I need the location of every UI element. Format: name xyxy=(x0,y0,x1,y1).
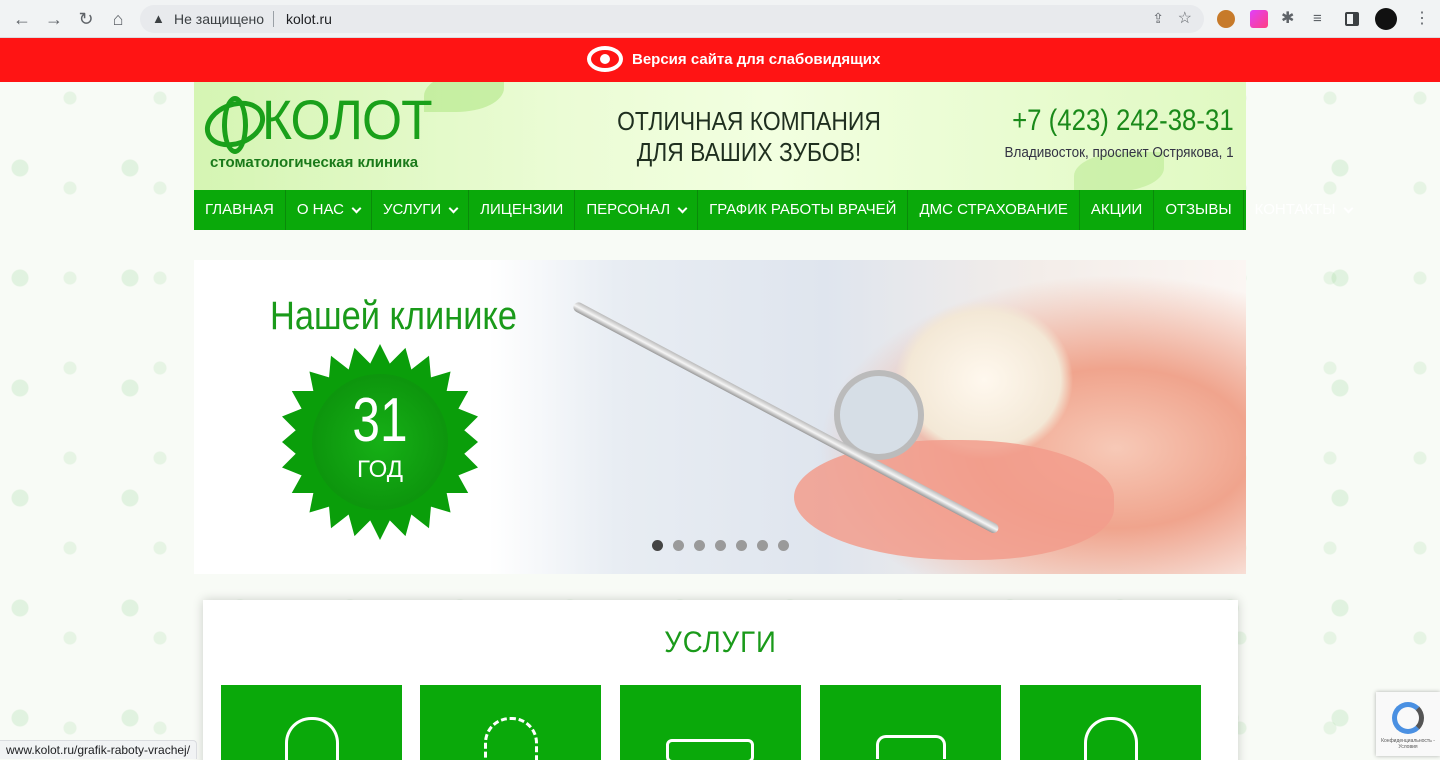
menu-item-label: ДМС СТРАХОВАНИЕ xyxy=(919,201,1068,218)
menu-item[interactable]: ГЛАВНАЯ xyxy=(194,190,286,230)
slider-dot[interactable] xyxy=(652,540,663,551)
site-header: КОЛОТ стоматологическая клиника ОТЛИЧНАЯ… xyxy=(194,82,1246,190)
menu-item[interactable]: ЛИЦЕНЗИИ xyxy=(469,190,576,230)
menu-item[interactable]: ПЕРСОНАЛ xyxy=(575,190,699,230)
side-panel-icon[interactable] xyxy=(1345,12,1359,26)
braces-icon xyxy=(666,739,754,760)
back-button[interactable]: ← xyxy=(12,9,32,29)
service-card[interactable] xyxy=(420,685,601,760)
address-bar[interactable]: ▲ Не защищено kolot.ru ⇪ ☆ xyxy=(140,5,1204,33)
menu-item[interactable]: ОТЗЫВЫ xyxy=(1154,190,1244,230)
security-label[interactable]: Не защищено xyxy=(174,11,264,27)
hero-slider[interactable]: Нашей клинике 31 ГОД xyxy=(194,260,1246,574)
address-url[interactable]: kolot.ru xyxy=(286,11,332,27)
menu-item[interactable]: УСЛУГИ xyxy=(372,190,470,230)
eye-icon[interactable] xyxy=(587,46,623,72)
accessibility-link[interactable]: Версия сайта для слабовидящих xyxy=(632,51,880,68)
anniversary-badge: 31 ГОД xyxy=(282,344,478,540)
leaf-decoration xyxy=(424,82,504,112)
bookmark-star-icon[interactable]: ☆ xyxy=(1178,8,1192,28)
dentures-icon xyxy=(876,735,946,759)
tooth-icon xyxy=(1084,717,1138,760)
forward-button[interactable]: → xyxy=(44,9,64,29)
menu-item-label: ГРАФИК РАБОТЫ ВРАЧЕЙ xyxy=(709,201,897,218)
menu-item[interactable]: АКЦИИ xyxy=(1080,190,1155,230)
service-card[interactable] xyxy=(221,685,402,760)
badge-unit: ГОД xyxy=(356,456,404,483)
slide-image-teeth xyxy=(894,300,1074,460)
slogan-line: ОТЛИЧНАЯ КОМПАНИЯ xyxy=(617,106,881,136)
media-control-icon[interactable]: ≡ xyxy=(1313,10,1331,28)
menu-item-label: ПЕРСОНАЛ xyxy=(586,201,671,218)
phone-number[interactable]: +7 (423) 242-38-31 xyxy=(1012,104,1234,138)
share-icon[interactable]: ⇪ xyxy=(1152,10,1164,27)
service-card[interactable] xyxy=(820,685,1001,760)
slogan: ОТЛИЧНАЯ КОМПАНИЯ ДЛЯ ВАШИХ ЗУБОВ! xyxy=(604,106,894,168)
menu-item-label: ОТЗЫВЫ xyxy=(1165,201,1232,218)
status-bar-url: www.kolot.ru/grafik-raboty-vrachej/ xyxy=(0,740,198,759)
menu-item[interactable]: КОНТАКТЫ xyxy=(1244,190,1363,230)
slider-dot[interactable] xyxy=(757,540,768,551)
recaptcha-badge[interactable]: Конфиденциальность - Условия xyxy=(1376,692,1440,756)
address: Владивосток, проспект Острякова, 1 xyxy=(1004,144,1234,161)
slider-dots xyxy=(652,540,789,551)
chevron-down-icon xyxy=(1343,203,1353,213)
menu-item-label: О НАС xyxy=(296,201,344,218)
slider-dot[interactable] xyxy=(736,540,747,551)
badge-number: 31 xyxy=(352,386,408,455)
services-title: УСЛУГИ xyxy=(664,626,777,659)
menu-item-label: ЛИЦЕНЗИИ xyxy=(480,201,564,218)
service-card[interactable] xyxy=(620,685,801,760)
menu-item-label: КОНТАКТЫ xyxy=(1254,201,1336,218)
logo-icon-ring[interactable] xyxy=(222,96,248,154)
browser-menu-icon[interactable]: ⋮ xyxy=(1414,10,1432,28)
recaptcha-text[interactable]: Конфиденциальность - Условия xyxy=(1378,738,1438,750)
tooth-outline-icon xyxy=(484,717,538,760)
bear-extension-icon[interactable] xyxy=(1217,10,1235,28)
slider-dot[interactable] xyxy=(673,540,684,551)
home-button[interactable]: ⌂ xyxy=(108,9,128,29)
menu-item[interactable]: О НАС xyxy=(286,190,372,230)
profile-avatar[interactable] xyxy=(1375,8,1397,30)
slide-title: Нашей клинике xyxy=(270,294,517,338)
slider-dot[interactable] xyxy=(778,540,789,551)
reload-button[interactable]: ↻ xyxy=(76,9,96,29)
slogan-line: ДЛЯ ВАШИХ ЗУБОВ! xyxy=(636,137,862,167)
menu-item-label: ГЛАВНАЯ xyxy=(205,201,274,218)
service-card[interactable] xyxy=(1020,685,1201,760)
logo-subtitle: стоматологическая клиника xyxy=(210,154,419,171)
menu-item-label: АКЦИИ xyxy=(1090,201,1143,218)
main-menu: ГЛАВНАЯ О НАС УСЛУГИ ЛИЦЕНЗИИ ПЕРСОНАЛ ГРАФИК… xyxy=(194,190,1353,230)
recaptcha-icon xyxy=(1392,702,1424,734)
accessibility-bar[interactable]: Версия сайта для слабовидящих xyxy=(0,38,1440,82)
chevron-down-icon xyxy=(677,203,688,213)
slider-dot[interactable] xyxy=(694,540,705,551)
address-separator xyxy=(273,11,274,27)
slider-dot[interactable] xyxy=(715,540,726,551)
browser-toolbar: ← → ↻ ⌂ ▲ Не защищено kolot.ru ⇪ ☆ ✱ ≡ ⋮ xyxy=(0,0,1440,38)
gradient-extension-icon[interactable] xyxy=(1250,10,1268,28)
logo-name[interactable]: КОЛОТ xyxy=(262,90,433,150)
chevron-down-icon xyxy=(448,203,459,213)
broken-tooth-icon xyxy=(285,717,339,760)
warning-icon[interactable]: ▲ xyxy=(152,11,165,26)
menu-item[interactable]: ДМС СТРАХОВАНИЕ xyxy=(908,190,1080,230)
extensions-puzzle-icon[interactable]: ✱ xyxy=(1281,10,1299,28)
menu-item[interactable]: ГРАФИК РАБОТЫ ВРАЧЕЙ xyxy=(698,190,909,230)
menu-item-label: УСЛУГИ xyxy=(383,201,442,218)
services-section: УСЛУГИ xyxy=(203,600,1238,760)
page: Версия сайта для слабовидящих КОЛОТ стом… xyxy=(0,38,1440,760)
chevron-down-icon xyxy=(351,203,362,213)
